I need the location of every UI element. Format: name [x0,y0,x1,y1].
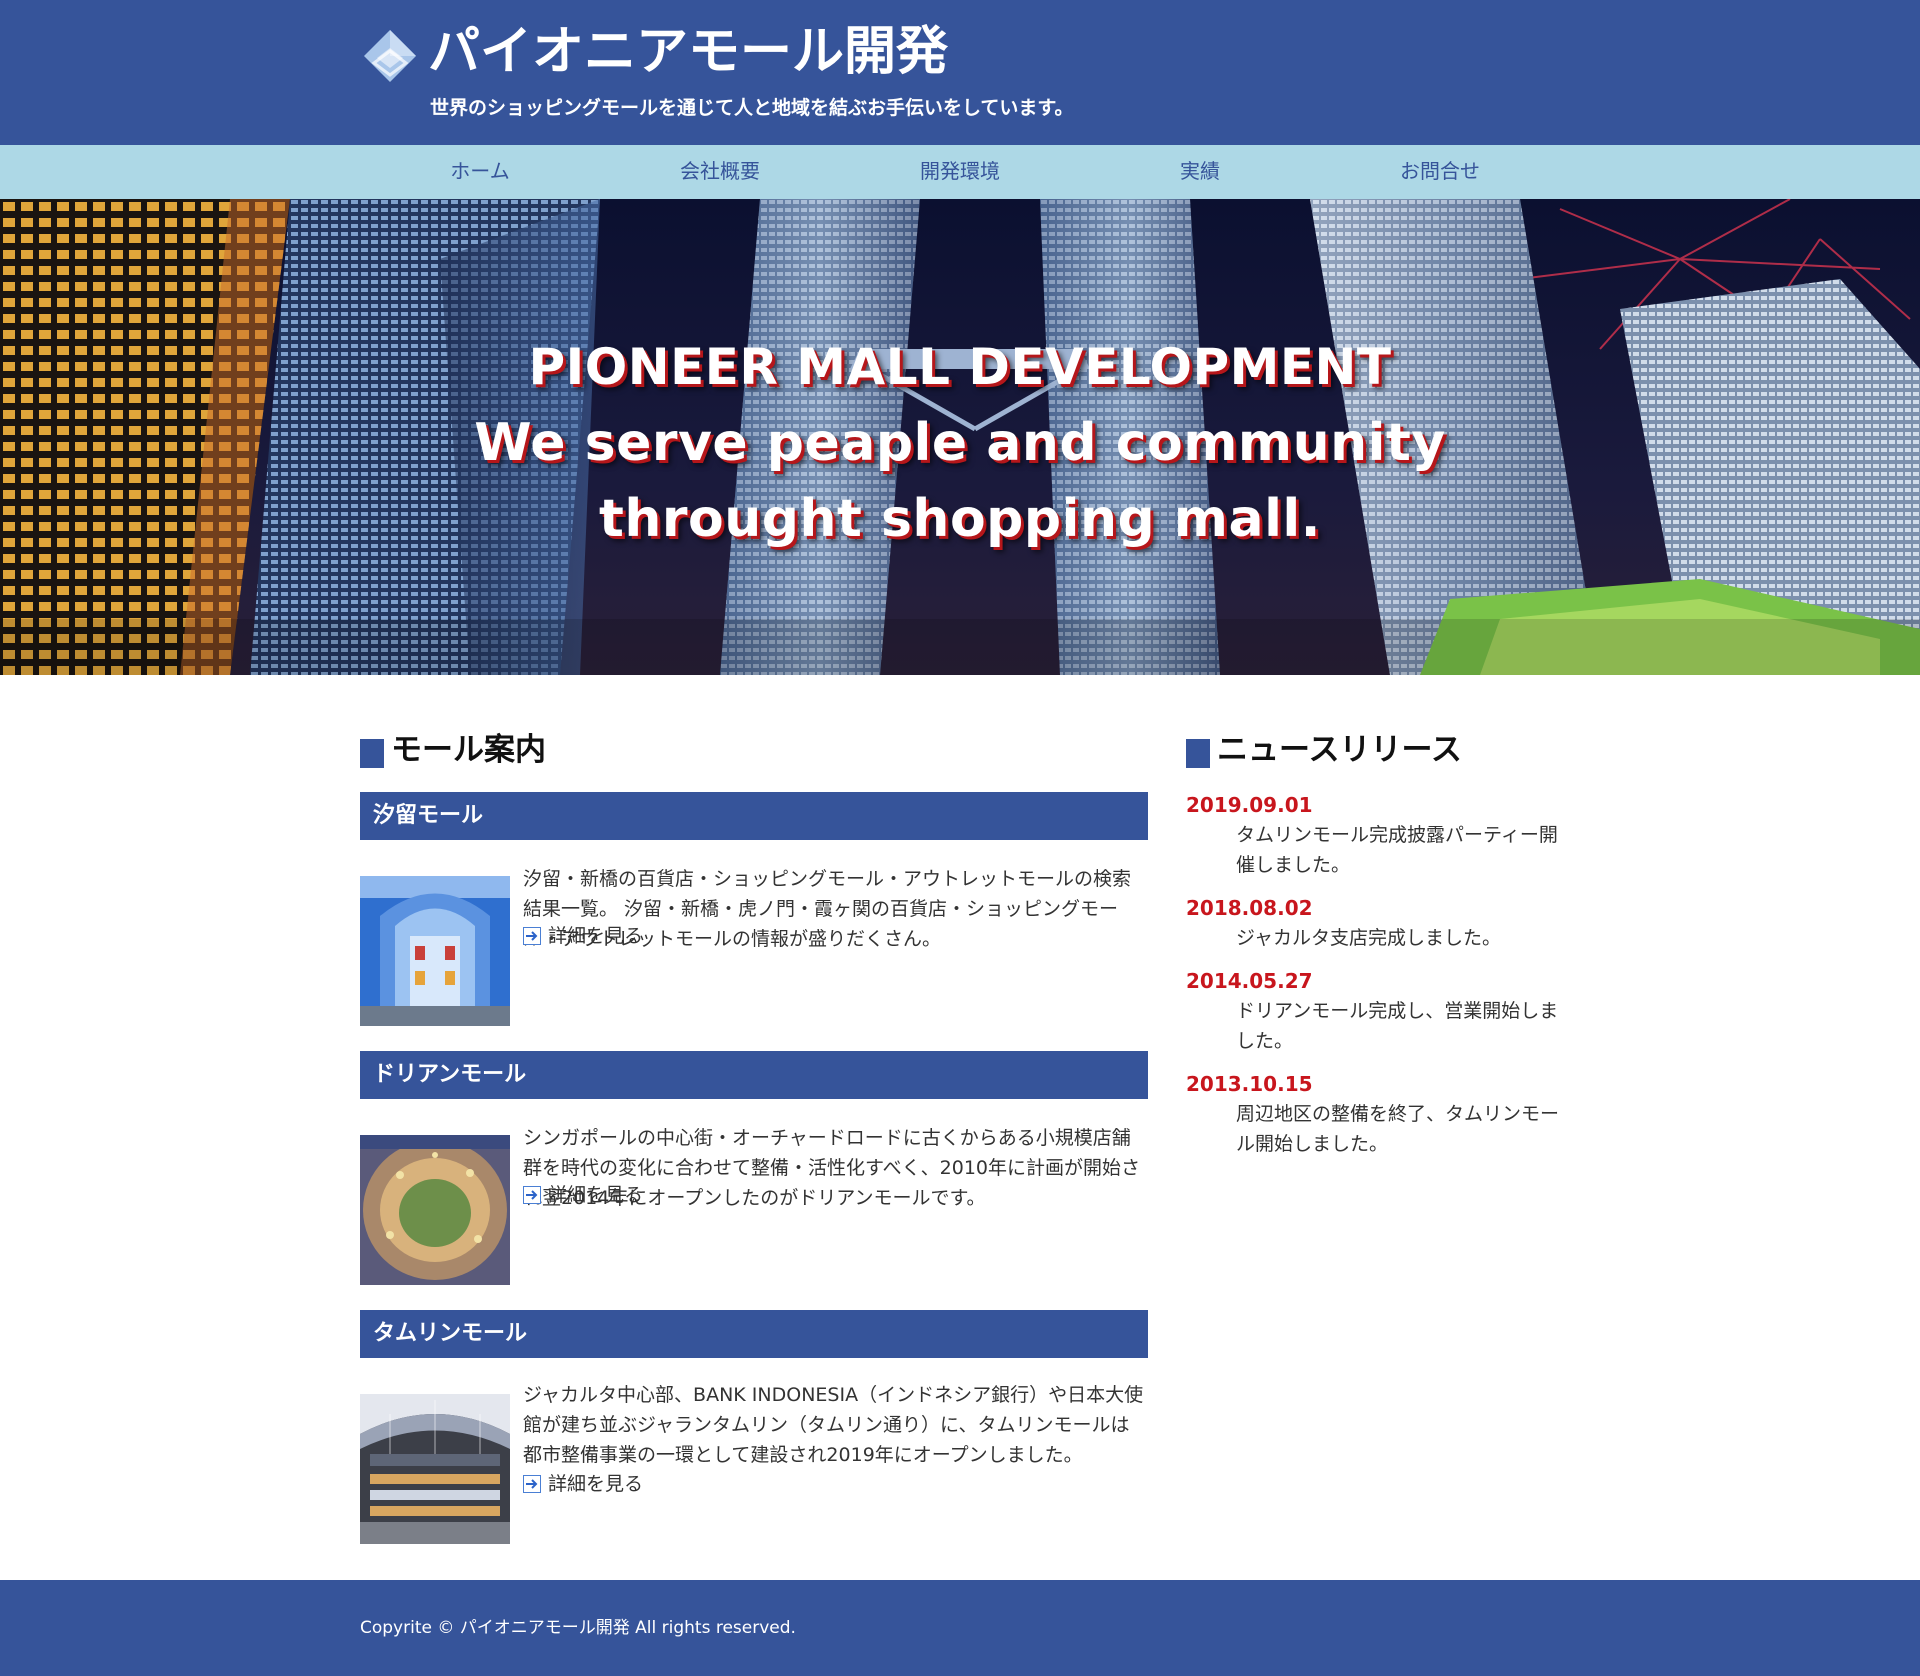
news-list: 2019.09.01 タムリンモール完成披露パーティー開催しました。 2018.… [1186,790,1560,1172]
mall-title: ドリアンモール [360,1051,1148,1099]
mall-thumbnail-shiodome[interactable] [360,876,510,1026]
news-date: 2019.09.01 [1186,793,1313,817]
arrow-right-icon [523,1475,541,1493]
news-date: 2013.10.15 [1186,1072,1313,1096]
mall-title: タムリンモール [360,1310,1148,1358]
nav-list: ホーム 会社概要 開発環境 実績 お問合せ [360,145,1560,199]
copyright-text: Copyrite © パイオニアモール開発 All rights reserve… [360,1618,796,1638]
site-tagline: 世界のショッピングモールを通じて人と地域を結ぶお手伝いをしています。 [430,97,1074,119]
nav-item-home[interactable]: ホーム [360,145,600,199]
news-item[interactable]: 2019.09.01 タムリンモール完成披露パーティー開催しました。 [1186,790,1560,880]
news-text: 周辺地区の整備を終了、タムリンモール開始しました。 [1236,1103,1560,1155]
heading-square-icon [1186,739,1210,768]
news-text: タムリンモール完成披露パーティー開催しました。 [1236,824,1558,876]
mall-detail-link-label: 詳細を見る [548,1473,644,1495]
news-date: 2018.08.02 [1186,896,1313,920]
mall-thumbnail-durian[interactable] [360,1135,510,1285]
arrow-right-icon [523,927,541,945]
hero-subtitle-line-2: throught shopping mall. [599,489,1321,549]
arrow-right-icon [523,1186,541,1204]
nav-item-development[interactable]: 開発環境 [840,145,1080,199]
mall-thumbnail-thamrin[interactable] [360,1394,510,1544]
main-content: モール案内 汐留モール 汐留・新橋の百貨店・ショッピングモール・アウトレットモー… [360,675,1560,1580]
news-text: ジャカルタ支店完成しました。 [1236,927,1502,949]
nav-item-company[interactable]: 会社概要 [600,145,840,199]
mall-detail-link[interactable]: 詳細を見る [523,1469,643,1499]
hero-title: PIONEER MALL DEVELOPMENT [528,338,1392,396]
nav-item-results[interactable]: 実績 [1080,145,1320,199]
news-item[interactable]: 2018.08.02 ジャカルタ支店完成しました。 [1186,893,1560,953]
news-item[interactable]: 2014.05.27 ドリアンモール完成し、営業開始しました。 [1186,966,1560,1056]
mall-detail-link[interactable]: 詳細を見る [523,921,643,951]
news-text: ドリアンモール完成し、営業開始しました。 [1236,1000,1559,1052]
main-nav: ホーム 会社概要 開発環境 実績 お問合せ [0,145,1920,199]
hero-caption: PIONEER MALL DEVELOPMENT We serve peaple… [0,329,1920,557]
mall-description: ジャカルタ中心部、BANK INDONESIA（インドネシア銀行）や日本大使館が… [523,1384,1144,1466]
heading-square-icon [360,739,384,768]
mall-guide-heading-text: モール案内 [391,732,546,768]
hero-subtitle-line-1: We serve peaple and community [474,413,1446,473]
site-footer: Copyrite © パイオニアモール開発 All rights reserve… [0,1580,1920,1676]
news-release-heading-text: ニュースリリース [1217,732,1462,768]
mall-detail-link[interactable]: 詳細を見る [523,1180,643,1210]
news-release-heading: ニュースリリース [1186,730,1462,770]
mall-item-durian: ドリアンモール シンガポールの中心街・オーチャードロードに古くからある小規模店舗… [360,1051,1148,1310]
site-title[interactable]: パイオニアモール開発 [428,14,948,90]
mall-detail-link-label: 詳細を見る [548,925,644,947]
nav-item-contact[interactable]: お問合せ [1320,145,1560,199]
mall-list: 汐留モール 汐留・新橋の百貨店・ショッピングモール・アウトレットモールの検索結果… [360,792,1148,1569]
mall-item-thamrin: タムリンモール ジャカルタ中心部、BANK INDONESIA（インドネシア銀行… [360,1310,1148,1569]
mall-title: 汐留モール [360,792,1148,840]
mall-detail-link-label: 詳細を見る [548,1184,644,1206]
news-item[interactable]: 2013.10.15 周辺地区の整備を終了、タムリンモール開始しました。 [1186,1069,1560,1159]
mall-item-shiodome: 汐留モール 汐留・新橋の百貨店・ショッピングモール・アウトレットモールの検索結果… [360,792,1148,1051]
news-date: 2014.05.27 [1186,969,1313,993]
hero-banner: PIONEER MALL DEVELOPMENT We serve peaple… [0,199,1920,675]
logo-diamond-icon[interactable] [364,30,416,82]
mall-guide-heading: モール案内 [360,730,546,770]
site-header: パイオニアモール開発 世界のショッピングモールを通じて人と地域を結ぶお手伝いをし… [0,0,1920,145]
